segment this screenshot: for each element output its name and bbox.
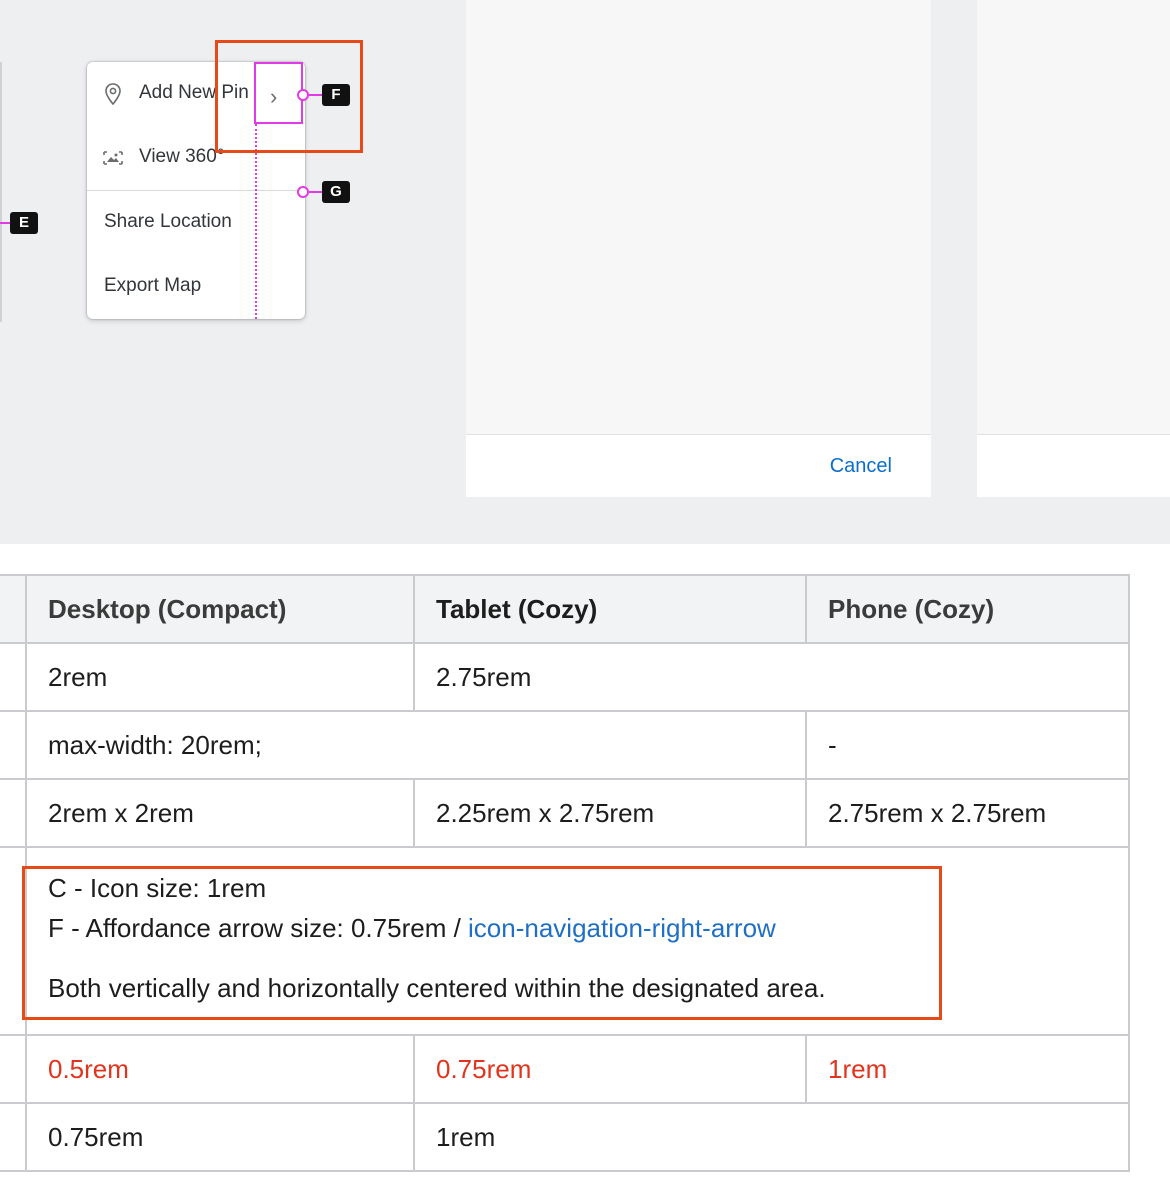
- map-pin-icon: [105, 83, 121, 106]
- cell-tablet: 0.75rem: [413, 1034, 807, 1104]
- arrow-area-guide: [255, 124, 257, 319]
- table-row: 0.75rem 1rem: [0, 1102, 1130, 1172]
- highlight-box-note: [22, 866, 942, 1020]
- cell-desktop: 2rem x 2rem: [25, 778, 415, 848]
- menu-item-export-map[interactable]: Export Map: [87, 255, 305, 319]
- menu-item-label: Export Map: [104, 275, 202, 296]
- cell-tablet-phone: 2.75rem: [413, 642, 1130, 712]
- cell-tablet-phone: 1rem: [413, 1102, 1130, 1172]
- cell-desktop: 2rem: [25, 642, 415, 712]
- menu-item-label: View 360°: [139, 146, 225, 167]
- dialog-preview: Cancel: [466, 0, 931, 497]
- header-tablet: Tablet (Cozy): [413, 574, 807, 644]
- cell-phone: 1rem: [805, 1034, 1130, 1104]
- dialog-preview-partial: [977, 0, 1170, 497]
- table-header-row: Desktop (Compact) Tablet (Cozy) Phone (C…: [0, 574, 1130, 644]
- cell-tablet: 2.25rem x 2.75rem: [413, 778, 807, 848]
- property-cell: [0, 642, 27, 712]
- header-desktop: Desktop (Compact): [25, 574, 415, 644]
- table-row: max-width: 20rem; -: [0, 710, 1130, 780]
- property-cell: [0, 778, 27, 848]
- cell-phone: 2.75rem x 2.75rem: [805, 778, 1130, 848]
- property-cell: [0, 710, 27, 780]
- cell-desktop-tablet: max-width: 20rem;: [25, 710, 807, 780]
- header-phone: Phone (Cozy): [805, 574, 1130, 644]
- dialog-footer-partial: [977, 434, 1170, 497]
- marker-g: G: [322, 181, 350, 203]
- cell-desktop: 0.75rem: [25, 1102, 415, 1172]
- cell-desktop: 0.5rem: [25, 1034, 415, 1104]
- menu-item-share-location[interactable]: Share Location: [87, 191, 305, 255]
- menu-item-label: Share Location: [104, 211, 232, 232]
- cell-phone: -: [805, 710, 1130, 780]
- property-cell: [0, 1102, 27, 1172]
- table-row: 0.5rem 0.75rem 1rem: [0, 1034, 1130, 1104]
- table-row: 2rem x 2rem 2.25rem x 2.75rem 2.75rem x …: [0, 778, 1130, 848]
- highlight-box-arrow: [215, 40, 363, 153]
- marker-g-connector: [307, 191, 323, 193]
- left-panel-edge: [0, 62, 2, 322]
- header-cell-property: [0, 574, 27, 644]
- spec-figure: Cancel E Add New Pin › View 360° Share L…: [0, 0, 1170, 544]
- marker-e: E: [10, 212, 38, 234]
- table-row: 2rem 2.75rem: [0, 642, 1130, 712]
- cancel-button[interactable]: Cancel: [830, 455, 892, 478]
- panorama-icon: [103, 151, 123, 165]
- dialog-footer: Cancel: [466, 434, 931, 497]
- property-cell: [0, 1034, 27, 1104]
